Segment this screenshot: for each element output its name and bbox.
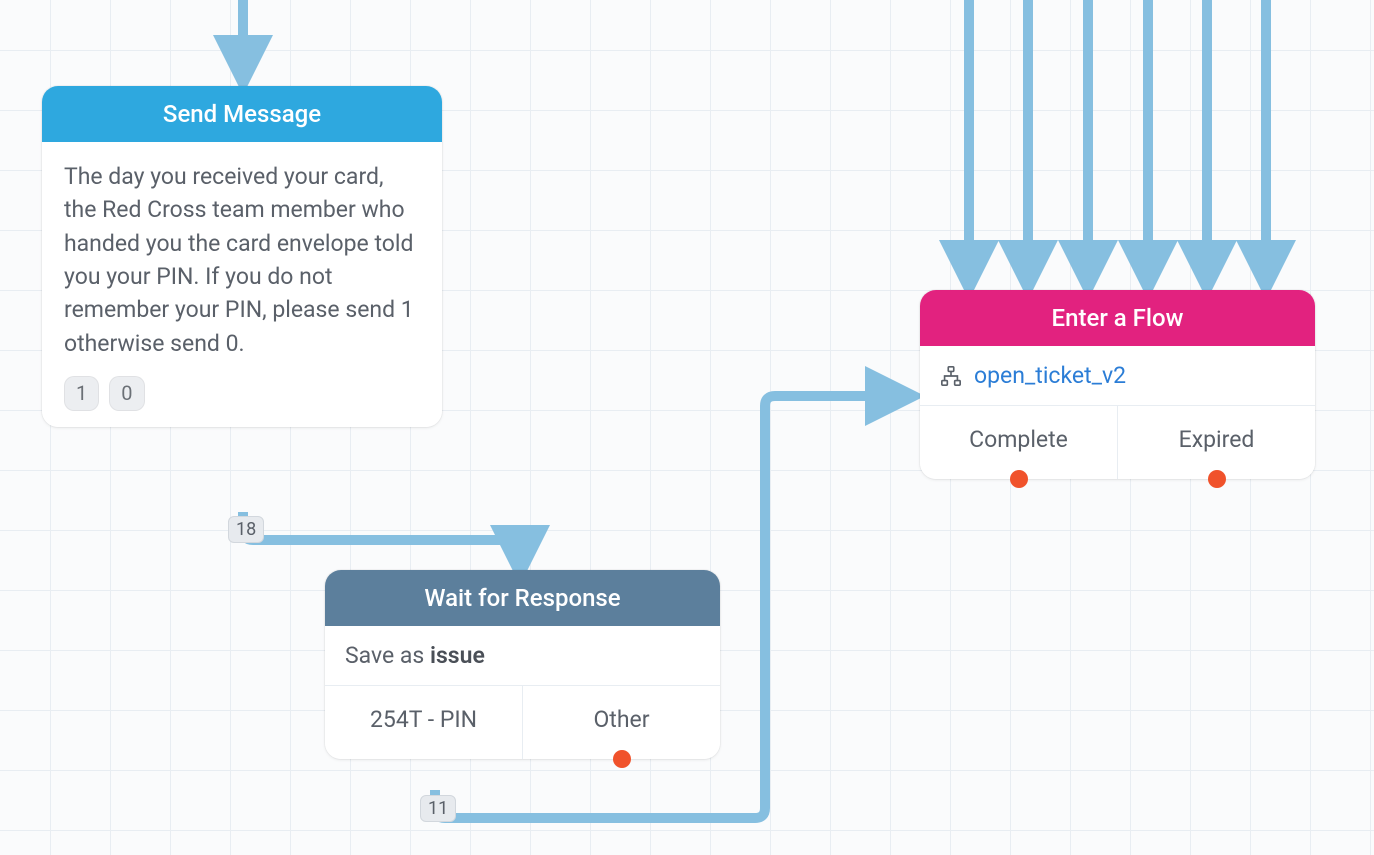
exit-count-badge: 11 — [420, 795, 456, 822]
subflow-link[interactable]: open_ticket_v2 — [974, 362, 1126, 389]
message-text: The day you received your card, the Red … — [64, 160, 420, 360]
outcome-other[interactable]: Other — [523, 686, 720, 759]
quick-replies: 1 0 — [64, 376, 420, 411]
outcome-label: Expired — [1179, 426, 1255, 453]
activity-dot — [1010, 470, 1028, 488]
save-as-row: Save as issue — [325, 626, 720, 686]
outcome-complete[interactable]: Complete — [920, 406, 1118, 479]
node-body: open_ticket_v2 Complete Expired — [920, 346, 1315, 479]
exit-count-badge: 18 — [228, 516, 264, 543]
activity-dot — [613, 750, 631, 768]
node-send-message[interactable]: Send Message The day you received your c… — [42, 86, 442, 427]
node-header: Wait for Response — [325, 570, 720, 626]
save-as-variable: issue — [430, 642, 485, 669]
outcome-expired[interactable]: Expired — [1118, 406, 1315, 479]
outcome-label: 254T - PIN — [370, 706, 477, 733]
node-body: Save as issue 254T - PIN Other — [325, 626, 720, 759]
node-header: Send Message — [42, 86, 442, 142]
outcome-label: Other — [593, 706, 649, 733]
outcome-label: Complete — [969, 426, 1068, 453]
outcomes-row: Complete Expired — [920, 406, 1315, 479]
sitemap-icon — [940, 365, 962, 387]
quick-reply-0[interactable]: 0 — [109, 376, 144, 411]
save-as-prefix: Save as — [345, 642, 430, 669]
node-header: Enter a Flow — [920, 290, 1315, 346]
node-enter-a-flow[interactable]: Enter a Flow open_ticket_v2 Complete — [920, 290, 1315, 479]
node-body: The day you received your card, the Red … — [42, 142, 442, 427]
outcome-254t-pin[interactable]: 254T - PIN — [325, 686, 523, 759]
quick-reply-1[interactable]: 1 — [64, 376, 99, 411]
node-wait-for-response[interactable]: Wait for Response Save as issue 254T - P… — [325, 570, 720, 759]
activity-dot — [1208, 470, 1226, 488]
subflow-row: open_ticket_v2 — [920, 346, 1315, 406]
outcomes-row: 254T - PIN Other — [325, 686, 720, 759]
